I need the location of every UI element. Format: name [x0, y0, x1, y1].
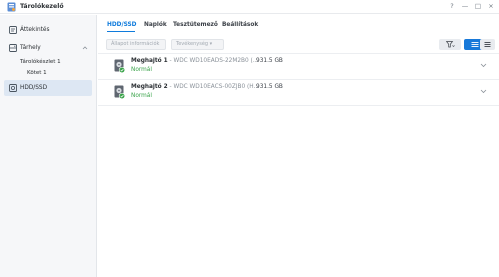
sidebar-item-label: Áttekintés — [20, 27, 50, 33]
window-title: Tárolókezelő — [20, 3, 64, 10]
drive-size: 931.5 GB — [256, 84, 283, 90]
drive-title: Meghajtó 2 - WDC WD10EACS-00ZJB0 (H... — [131, 83, 259, 92]
drive-status: Normál — [131, 93, 152, 99]
drive-name: Meghajtó 2 — [131, 84, 168, 90]
chevron-down-icon[interactable] — [480, 88, 487, 94]
tab-test-scheduler[interactable]: Tesztütemező — [173, 20, 218, 30]
hdd-icon — [9, 84, 17, 92]
overview-icon — [9, 26, 17, 34]
sidebar-item-label: HDD/SSD — [20, 85, 48, 91]
tab-hdd-ssd[interactable]: HDD/SSD — [107, 20, 137, 30]
disk-ok-icon — [114, 59, 125, 73]
drive-model: - WDC WD10EACS-00ZJB0 (H... — [167, 84, 260, 90]
action-dropdown-button[interactable]: Tevékenység ▾ — [171, 39, 224, 50]
drive-row[interactable]: Meghajtó 2 - WDC WD10EACS-00ZJB0 (H... 9… — [98, 80, 499, 106]
sidebar: Áttekintés Tárhely Tárolókészlet 1 Kötet… — [0, 15, 97, 277]
filter-icon — [446, 41, 455, 48]
title-bar: Tárolókezelő ? — □ × — [0, 0, 499, 14]
storage-manager-icon — [7, 2, 16, 12]
drive-name: Meghajtó 1 — [131, 58, 168, 64]
tab-logs[interactable]: Naplók — [144, 20, 167, 30]
detail-view-button[interactable] — [480, 39, 495, 50]
main-panel: HDD/SSD Naplók Tesztütemező Beállítások … — [98, 15, 499, 277]
drive-status: Normál — [131, 67, 152, 73]
maximize-button[interactable]: □ — [473, 1, 483, 12]
drive-row[interactable]: Meghajtó 1 - WDC WD10EADS-22M2B0 (... 93… — [98, 54, 499, 80]
storage-icon — [9, 44, 17, 52]
sidebar-item-storage[interactable]: Tárhely — [4, 40, 92, 56]
close-button[interactable]: × — [486, 1, 496, 12]
disk-ok-icon — [114, 85, 125, 99]
drive-model: - WDC WD10EADS-22M2B0 (... — [167, 58, 259, 64]
chevron-up-icon[interactable] — [82, 45, 88, 51]
sidebar-subitem-volume[interactable]: Kötet 1 — [27, 69, 47, 78]
drive-title: Meghajtó 1 - WDC WD10EADS-22M2B0 (... — [131, 57, 258, 66]
minimize-button[interactable]: — — [460, 1, 470, 12]
tab-settings[interactable]: Beállítások — [222, 20, 258, 30]
drive-size: 931.5 GB — [256, 58, 283, 64]
sidebar-subitem-storage-pool[interactable]: Tárolókészlet 1 — [20, 58, 61, 67]
menu-icon — [484, 42, 491, 47]
active-tab-indicator — [107, 31, 135, 32]
sidebar-item-hdd-ssd[interactable]: HDD/SSD — [4, 80, 92, 96]
sidebar-item-label: Tárhely — [20, 45, 41, 51]
sidebar-item-overview[interactable]: Áttekintés — [4, 22, 92, 38]
chevron-down-icon[interactable] — [480, 62, 487, 68]
list-view-icon — [471, 42, 479, 47]
filter-button[interactable] — [439, 39, 461, 50]
health-info-button[interactable]: Állapot információk — [106, 39, 166, 50]
help-button[interactable]: ? — [447, 1, 457, 12]
